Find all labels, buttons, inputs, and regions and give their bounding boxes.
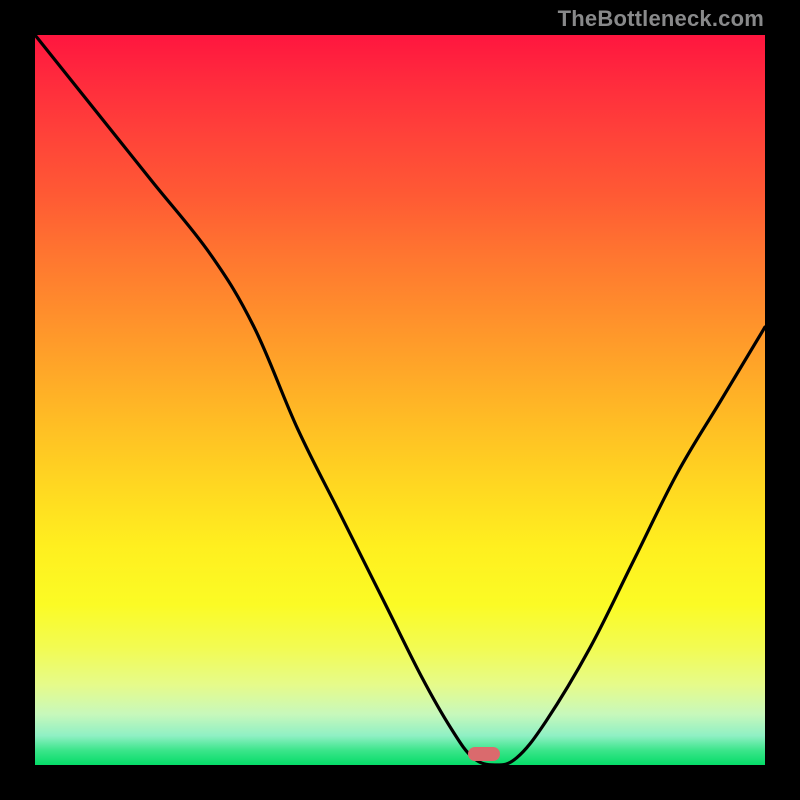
optimal-marker bbox=[468, 747, 500, 761]
plot-area bbox=[35, 35, 765, 765]
bottleneck-curve bbox=[35, 35, 765, 765]
chart-frame: TheBottleneck.com bbox=[0, 0, 800, 800]
watermark-text: TheBottleneck.com bbox=[558, 6, 764, 32]
